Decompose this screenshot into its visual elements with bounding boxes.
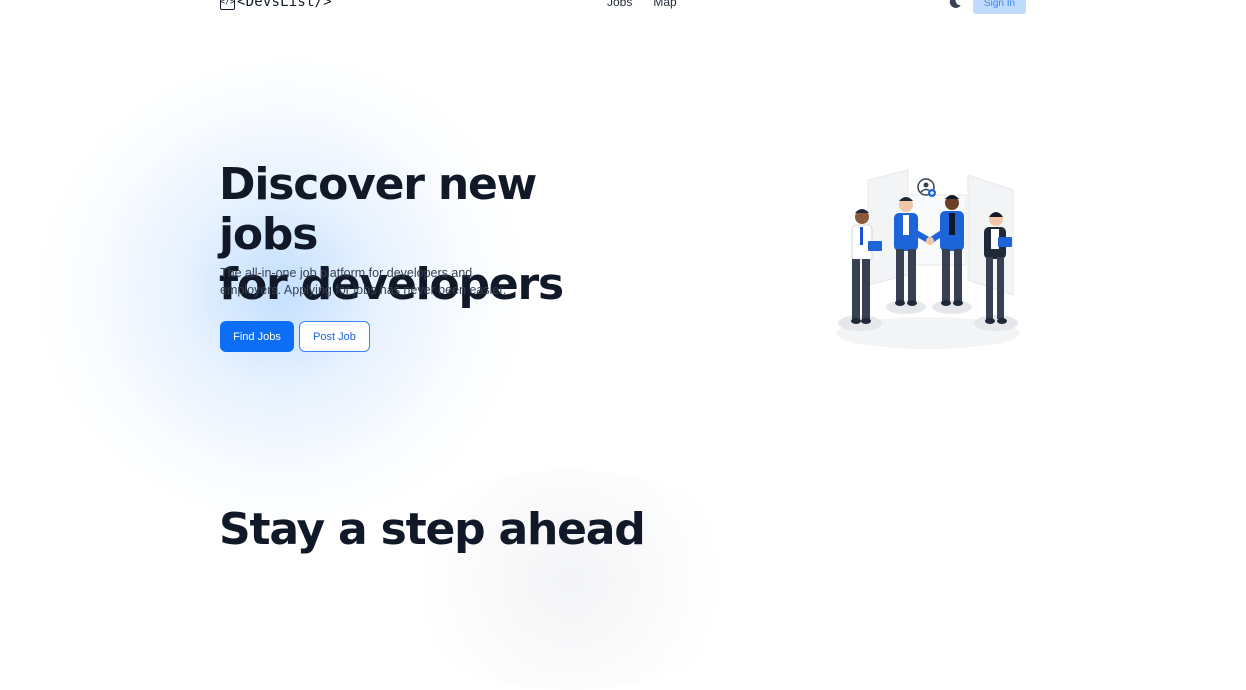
section-title: Stay a step ahead <box>219 504 646 555</box>
site-header: </> <DevsList/> Jobs Map Sign In <box>0 0 1246 20</box>
moon-icon[interactable] <box>948 0 962 9</box>
logo-link[interactable]: </> <DevsList/> <box>220 0 332 10</box>
post-job-button[interactable]: Post Job <box>299 321 370 352</box>
find-jobs-button[interactable]: Find Jobs <box>220 321 294 352</box>
main-nav: Jobs Map <box>607 0 677 9</box>
code-brackets-icon: </> <box>220 0 235 10</box>
nav-link-jobs[interactable]: Jobs <box>607 0 632 9</box>
logo-text: <DevsList/> <box>237 0 332 10</box>
team-handshake-illustration <box>828 165 1028 355</box>
nav-link-map[interactable]: Map <box>653 0 676 9</box>
hero-subtitle: The all-in-one job platform for develope… <box>220 266 507 297</box>
hero-title-line-1: Discover new jobs <box>219 159 537 260</box>
sign-in-button[interactable]: Sign In <box>973 0 1026 14</box>
